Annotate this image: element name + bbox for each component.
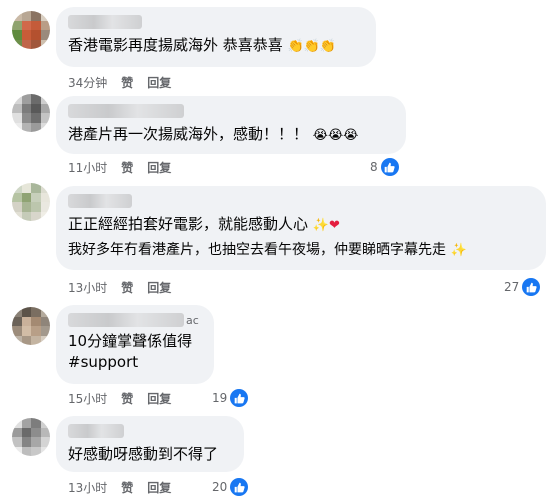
- comment-actions: 34分钟 赞 回复: [68, 73, 171, 91]
- reaction-count[interactable]: 19: [212, 389, 249, 407]
- clapping-hands-emoji: 👏👏👏: [287, 39, 337, 54]
- avatar[interactable]: [12, 11, 50, 49]
- comment-text: 正正經經拍套好電影，就能感動人心 ✨❤: [68, 214, 534, 236]
- crying-face-emoji: 😭😭😭: [312, 128, 359, 143]
- reply-button[interactable]: 回复: [147, 479, 171, 496]
- comment-bubble: 香港電影再度揚威海外 恭喜恭喜 👏👏👏: [56, 7, 376, 67]
- like-button[interactable]: 赞: [121, 279, 133, 296]
- reply-button[interactable]: 回复: [147, 390, 171, 407]
- author-name[interactable]: [68, 313, 184, 327]
- comment-actions: 15小时 赞 回复: [68, 389, 171, 407]
- reaction-count[interactable]: 27: [504, 278, 541, 296]
- comment-actions: 11小时 赞 回复: [68, 158, 171, 176]
- comment-text-line: 正正經經拍套好電影，就能感動人心: [68, 215, 309, 233]
- comment-text: 港產片再一次揚威海外，感動！！！ 😭😭😭: [68, 124, 394, 146]
- comment-time[interactable]: 13小时: [68, 479, 107, 496]
- like-button[interactable]: 赞: [121, 159, 133, 176]
- comment-text-line: 香港電影再度揚威海外 恭喜恭喜: [68, 36, 283, 54]
- comment-bubble: 正正經經拍套好電影，就能感動人心 ✨❤ 我好多年冇看港產片，也抽空去看午夜場，仲…: [56, 186, 546, 270]
- author-name[interactable]: [68, 424, 124, 438]
- comment-time[interactable]: 15小时: [68, 390, 107, 407]
- sparkles-heart-emoji: ✨❤: [312, 218, 340, 233]
- author-name-tail: ac: [186, 313, 199, 327]
- comment-bubble: 港產片再一次揚威海外，感動！！！ 😭😭😭: [56, 96, 406, 154]
- like-button[interactable]: 赞: [121, 479, 133, 496]
- comment-hashtag[interactable]: #support: [68, 352, 202, 373]
- comment-time[interactable]: 13小时: [68, 279, 107, 296]
- reaction-count-value: 27: [504, 280, 520, 294]
- reply-button[interactable]: 回复: [147, 279, 171, 296]
- reply-button[interactable]: 回复: [147, 159, 171, 176]
- comment-text: 好感動呀感動到不得了: [68, 445, 219, 463]
- like-button[interactable]: 赞: [121, 74, 133, 91]
- comment-text: 香港電影再度揚威海外 恭喜恭喜 👏👏👏: [68, 35, 364, 57]
- avatar[interactable]: [12, 94, 50, 132]
- comment-bubble: ac 10分鐘掌聲係值得 #support: [56, 305, 214, 384]
- comment-text-line: 我好多年冇看港產片，也抽空去看午夜場，仲要睇晒字幕先走: [68, 242, 446, 258]
- author-name[interactable]: [68, 194, 132, 208]
- comment-actions: 13小时 赞 回复: [68, 278, 171, 296]
- avatar[interactable]: [12, 418, 50, 456]
- author-name-row: ac: [68, 313, 202, 327]
- author-name[interactable]: [68, 15, 142, 29]
- reaction-count-value: 8: [370, 160, 378, 174]
- comment-text-line: 港產片再一次揚威海外，感動！！！: [68, 125, 309, 143]
- like-button[interactable]: 赞: [121, 390, 133, 407]
- avatar[interactable]: [12, 183, 50, 221]
- author-name[interactable]: [68, 104, 184, 118]
- reaction-count-value: 19: [212, 391, 228, 405]
- reaction-count[interactable]: 20: [212, 478, 249, 496]
- comment-time[interactable]: 34分钟: [68, 74, 107, 91]
- comment-actions: 13小时 赞 回复: [68, 478, 171, 496]
- comment-text: 我好多年冇看港產片，也抽空去看午夜場，仲要睇晒字幕先走 ✨: [68, 240, 534, 261]
- comment-text: 10分鐘掌聲係值得: [68, 332, 193, 350]
- sparkles-emoji: ✨: [450, 243, 467, 258]
- like-thumb-icon: [230, 389, 249, 407]
- like-thumb-icon: [522, 278, 541, 296]
- reaction-count-value: 20: [212, 480, 228, 494]
- avatar[interactable]: [12, 307, 50, 345]
- like-thumb-icon: [230, 478, 249, 496]
- reply-button[interactable]: 回复: [147, 74, 171, 91]
- comment-bubble: 好感動呀感動到不得了: [56, 416, 244, 472]
- like-thumb-icon: [380, 158, 399, 176]
- comment-time[interactable]: 11小时: [68, 159, 107, 176]
- reaction-count[interactable]: 8: [370, 158, 399, 176]
